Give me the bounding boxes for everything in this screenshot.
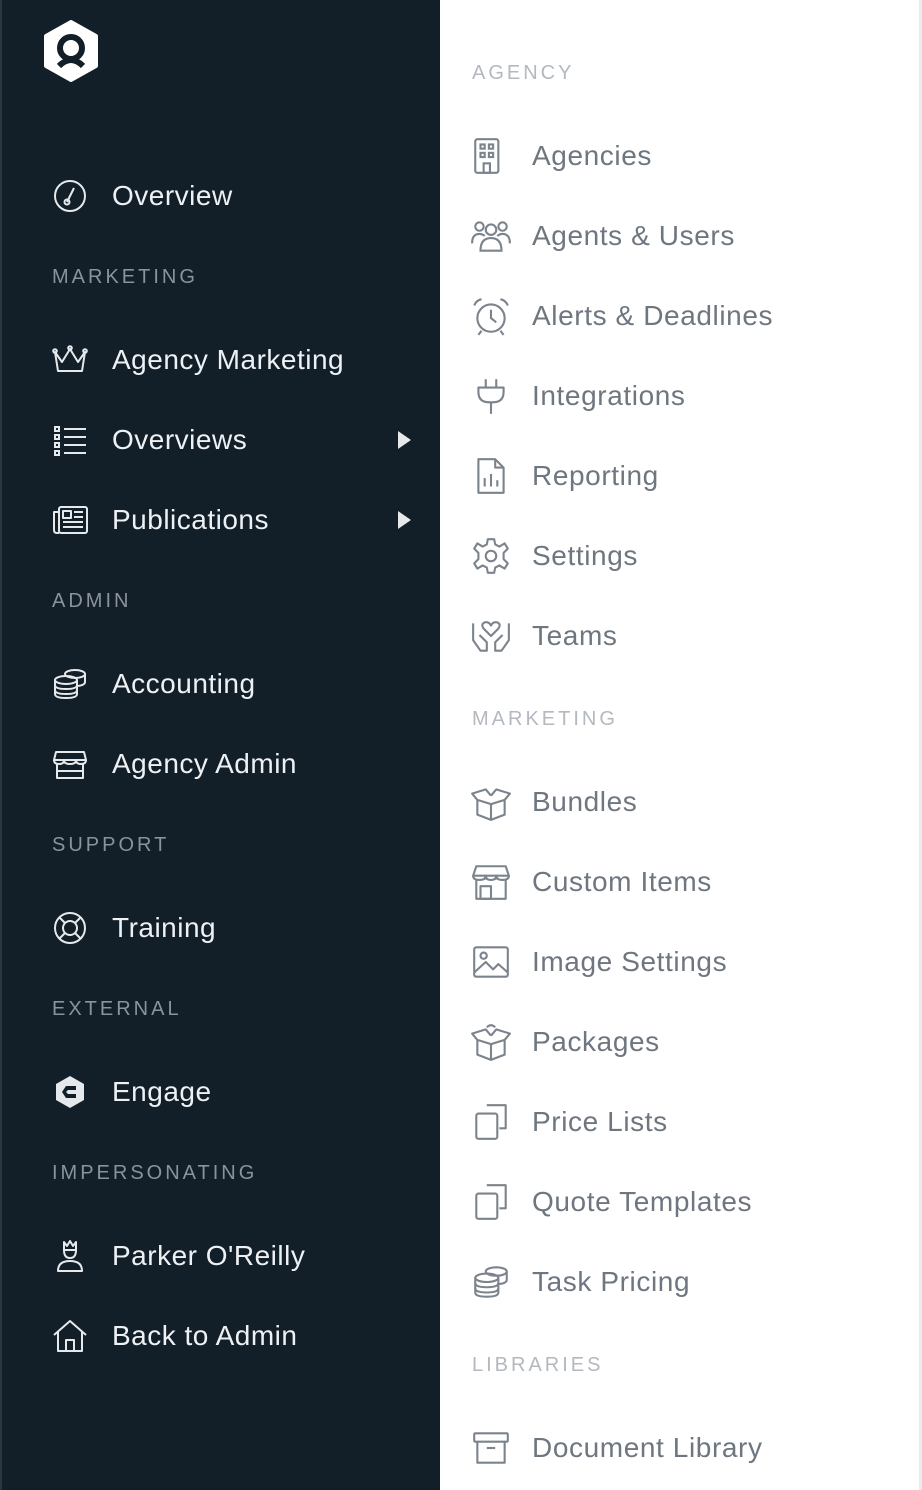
report-file-icon xyxy=(470,454,514,498)
sidebar-item-engage[interactable]: Engage xyxy=(50,1070,212,1114)
flyout-item-label: Teams xyxy=(532,620,618,651)
alarm-clock-icon xyxy=(470,294,514,338)
flyout-item-label: Price Lists xyxy=(532,1106,668,1137)
section-libraries: LIBRARIES xyxy=(472,1354,604,1376)
flyout-item-alerts[interactable]: Alerts & Deadlines xyxy=(470,294,773,338)
flyout-item-agencies[interactable]: Agencies xyxy=(470,134,652,178)
sidebar-item-label: Back to Admin xyxy=(112,1320,298,1351)
flyout-menu: AGENCY Agencies Agents & Users Alerts & … xyxy=(440,0,922,1490)
flyout-item-price-lists[interactable]: Price Lists xyxy=(470,1100,668,1144)
hands-heart-icon xyxy=(470,614,514,658)
coins-icon xyxy=(50,662,94,706)
list-icon xyxy=(50,418,94,462)
sidebar-item-agency-admin[interactable]: Agency Admin xyxy=(50,742,297,786)
flyout-item-custom-items[interactable]: Custom Items xyxy=(470,860,712,904)
sidebar: Overview MARKETING Agency Marketing Over… xyxy=(0,0,440,1490)
coins-icon xyxy=(470,1260,514,1304)
flyout-item-task-pricing[interactable]: Task Pricing xyxy=(470,1260,690,1304)
flyout-item-label: Alerts & Deadlines xyxy=(532,300,774,331)
flyout-item-label: Image Settings xyxy=(532,946,728,977)
section-agency: AGENCY xyxy=(472,62,575,84)
flyout-item-reporting[interactable]: Reporting xyxy=(470,454,659,498)
flyout-item-bundles[interactable]: Bundles xyxy=(470,780,637,824)
sidebar-item-parker[interactable]: Parker O'Reilly xyxy=(50,1234,305,1278)
app-logo-icon[interactable] xyxy=(42,20,100,82)
storefront-icon xyxy=(470,860,514,904)
sidebar-item-training[interactable]: Training xyxy=(50,906,216,950)
plug-icon xyxy=(470,374,514,418)
flyout-item-label: Bundles xyxy=(532,786,638,817)
home-icon xyxy=(50,1314,94,1358)
crown-icon xyxy=(50,338,94,382)
sidebar-item-publications[interactable]: Publications xyxy=(50,498,269,542)
flyout-item-integrations[interactable]: Integrations xyxy=(470,374,686,418)
sidebar-item-label: Overviews xyxy=(112,424,248,455)
publications-expand-caret-icon[interactable] xyxy=(398,511,411,529)
engage-logo-icon xyxy=(50,1070,94,1114)
sidebar-item-back-to-admin[interactable]: Back to Admin xyxy=(50,1314,297,1358)
building-icon xyxy=(470,134,514,178)
flyout-item-label: Task Pricing xyxy=(532,1266,691,1297)
flyout-item-label: Document Library xyxy=(532,1432,763,1463)
sidebar-item-label: Publications xyxy=(112,504,269,535)
sidebar-item-overview[interactable]: Overview xyxy=(50,174,233,218)
flyout-item-settings[interactable]: Settings xyxy=(470,534,638,578)
flyout-item-quote-templates[interactable]: Quote Templates xyxy=(470,1180,752,1224)
flyout-item-document-library[interactable]: Document Library xyxy=(470,1426,763,1470)
section-support: SUPPORT xyxy=(52,834,170,856)
user-crown-icon xyxy=(50,1234,94,1278)
archive-icon xyxy=(470,1426,514,1470)
image-icon xyxy=(470,940,514,984)
flyout-item-label: Quote Templates xyxy=(532,1186,753,1217)
sidebar-item-agency-marketing[interactable]: Agency Marketing xyxy=(50,338,344,382)
sidebar-item-label: Agency Admin xyxy=(112,748,297,779)
flyout-item-label: Agents & Users xyxy=(532,220,735,251)
flyout-item-label: Settings xyxy=(532,540,638,571)
overviews-expand-caret-icon[interactable] xyxy=(398,431,411,449)
sidebar-item-accounting[interactable]: Accounting xyxy=(50,662,256,706)
flyout-item-label: Integrations xyxy=(532,380,686,411)
open-box-icon xyxy=(470,1020,514,1064)
flyout-item-teams[interactable]: Teams xyxy=(470,614,617,658)
flyout-item-packages[interactable]: Packages xyxy=(470,1020,660,1064)
sidebar-item-label: Overview xyxy=(112,180,233,211)
flyout-item-agents-users[interactable]: Agents & Users xyxy=(470,214,735,258)
storefront-icon xyxy=(50,742,94,786)
newspaper-icon xyxy=(50,498,94,542)
gear-icon xyxy=(470,534,514,578)
sidebar-item-overviews[interactable]: Overviews xyxy=(50,418,247,462)
sidebar-item-label: Agency Marketing xyxy=(112,344,345,375)
open-box-icon xyxy=(470,780,514,824)
flyout-item-label: Agencies xyxy=(532,140,652,171)
copy-icon xyxy=(470,1100,514,1144)
copy-icon xyxy=(470,1180,514,1224)
users-icon xyxy=(470,214,514,258)
flyout-item-label: Packages xyxy=(532,1026,660,1057)
section-marketing: MARKETING xyxy=(52,266,198,288)
section-external: EXTERNAL xyxy=(52,998,182,1020)
sidebar-item-label: Accounting xyxy=(112,668,256,699)
flyout-item-label: Custom Items xyxy=(532,866,712,897)
lifebuoy-icon xyxy=(50,906,94,950)
section-admin: ADMIN xyxy=(52,590,132,612)
flyout-item-label: Reporting xyxy=(532,460,659,491)
flyout-item-image-settings[interactable]: Image Settings xyxy=(470,940,727,984)
section-impersonating: IMPERSONATING xyxy=(52,1162,258,1184)
dashboard-gauge-icon xyxy=(50,174,94,218)
sidebar-item-label: Training xyxy=(112,912,217,943)
section-flyout-marketing: MARKETING xyxy=(472,708,618,730)
sidebar-item-label: Engage xyxy=(112,1076,212,1107)
sidebar-item-label: Parker O'Reilly xyxy=(112,1240,306,1271)
